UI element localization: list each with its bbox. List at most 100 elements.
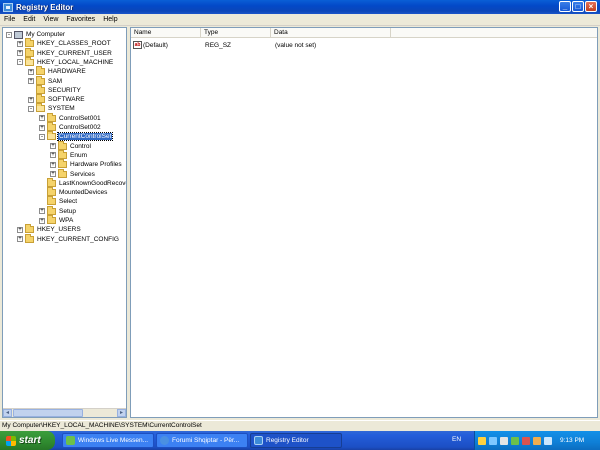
tree-node-label[interactable]: Control <box>69 143 92 150</box>
expand-icon[interactable]: + <box>39 124 45 131</box>
folder-icon <box>58 168 67 178</box>
tree-node-label[interactable]: HKEY_LOCAL_MACHINE <box>36 59 114 66</box>
tree-node-label[interactable]: HARDWARE <box>47 68 87 75</box>
network-icon[interactable] <box>489 436 497 445</box>
expand-icon[interactable]: + <box>17 40 23 47</box>
tree-node[interactable]: + Services <box>50 168 96 179</box>
menu-file[interactable]: File <box>0 16 19 23</box>
maximize-button[interactable]: □ <box>572 1 584 12</box>
tree-node-label[interactable]: HKEY_USERS <box>36 226 82 233</box>
menu-help[interactable]: Help <box>99 16 121 23</box>
clock[interactable]: 9:13 PM <box>560 437 584 444</box>
tree-node-label[interactable]: HKEY_CURRENT_CONFIG <box>36 236 120 243</box>
folder-icon <box>36 75 45 85</box>
collapse-icon[interactable]: - <box>17 59 23 66</box>
folder-icon <box>25 233 34 243</box>
tree-node[interactable]: + HKEY_CURRENT_USER <box>17 47 113 58</box>
tree-node-label[interactable]: ControlSet002 <box>58 124 102 131</box>
tree-node[interactable]: Select <box>39 196 78 206</box>
tree-node[interactable]: + Setup <box>39 205 77 216</box>
tree-node-label[interactable]: SOFTWARE <box>47 96 86 103</box>
tree-node[interactable]: + HKEY_CLASSES_ROOT <box>17 38 112 48</box>
menu-view[interactable]: View <box>39 16 62 23</box>
tree-node[interactable]: + HKEY_CURRENT_CONFIG <box>17 233 120 244</box>
expand-icon[interactable]: + <box>50 161 56 168</box>
folder-icon <box>47 112 56 122</box>
start-button[interactable]: start <box>0 431 55 450</box>
expand-icon[interactable]: + <box>28 96 34 103</box>
title-bar[interactable]: Registry Editor _ □ × <box>0 0 600 14</box>
tree-node-label[interactable]: WPA <box>58 217 74 224</box>
tree-node-label[interactable]: Services <box>69 171 96 178</box>
security-shield-icon[interactable] <box>478 436 486 445</box>
column-name-header[interactable]: Name <box>131 28 201 38</box>
tree-node-label[interactable]: Hardware Profiles <box>69 161 123 168</box>
tree-node-label[interactable]: HKEY_CURRENT_USER <box>36 50 113 57</box>
taskbar-button-messenger[interactable]: Windows Live Messen... <box>62 433 154 448</box>
tree-node-label[interactable]: SECURITY <box>47 87 82 94</box>
tree-node-label[interactable]: HKEY_CLASSES_ROOT <box>36 40 112 47</box>
taskbar-button-registry-editor[interactable]: Registry Editor <box>250 433 342 448</box>
tree-node-label[interactable]: ControlSet001 <box>58 115 102 122</box>
tree-node[interactable]: + WPA <box>39 215 74 225</box>
collapse-icon[interactable]: - <box>28 105 34 112</box>
tree-node-label[interactable]: SAM <box>47 78 63 85</box>
folder-icon <box>58 159 67 169</box>
tree-node[interactable]: + Enum <box>50 149 88 160</box>
expand-icon[interactable]: + <box>50 152 56 159</box>
string-value-icon: ab <box>133 41 142 49</box>
scroll-right-button[interactable]: ▸ <box>117 409 126 417</box>
collapse-icon[interactable]: - <box>39 133 45 140</box>
window-title: Registry Editor <box>16 2 74 12</box>
expand-icon[interactable]: + <box>17 50 23 57</box>
folder-icon <box>36 94 45 104</box>
scroll-thumb[interactable] <box>13 409 83 417</box>
taskbar-button-browser[interactable]: Forumi Shqiptar - Për... <box>156 433 248 448</box>
expand-icon[interactable]: + <box>39 208 45 215</box>
close-button[interactable]: × <box>585 1 597 12</box>
column-type-header[interactable]: Type <box>201 28 271 38</box>
values-list[interactable]: Name Type Data ab (Default) REG_SZ (valu… <box>130 27 598 418</box>
tree-node-label[interactable]: LastKnownGoodRecove <box>58 180 126 187</box>
registry-tree[interactable]: ◂ ▸ - My Computer + HKEY_CLASSES_ROOT + HKEY_… <box>2 27 127 418</box>
tree-node[interactable]: - CurrentControlSet <box>39 131 114 142</box>
tree-node[interactable]: + Control <box>50 140 92 151</box>
update-icon[interactable] <box>533 436 541 445</box>
tree-node[interactable]: - HKEY_LOCAL_MACHINE <box>17 56 114 67</box>
expand-icon[interactable]: + <box>28 68 34 75</box>
expand-icon[interactable]: + <box>50 171 56 177</box>
expand-icon[interactable]: + <box>17 226 23 233</box>
tree-node-label[interactable]: MountedDevices <box>58 189 108 196</box>
messenger-icon <box>66 436 75 445</box>
collapse-icon[interactable]: - <box>6 31 12 38</box>
tree-horizontal-scrollbar[interactable]: ◂ ▸ <box>3 408 126 417</box>
tree-node-label[interactable]: SYSTEM <box>47 105 76 112</box>
volume-icon[interactable] <box>500 436 508 445</box>
minimize-button[interactable]: _ <box>559 1 571 12</box>
expand-icon[interactable]: + <box>39 115 45 122</box>
column-data-header[interactable]: Data <box>271 28 391 38</box>
tree-node-label[interactable]: Enum <box>69 152 88 159</box>
menu-favorites[interactable]: Favorites <box>62 16 99 23</box>
alert-icon[interactable] <box>522 436 530 445</box>
messenger-tray-icon[interactable] <box>511 436 519 445</box>
tree-node[interactable]: + SAM <box>28 75 63 86</box>
folder-icon <box>58 140 67 150</box>
expand-icon[interactable]: + <box>50 143 56 150</box>
scroll-left-button[interactable]: ◂ <box>3 409 12 417</box>
expand-icon[interactable]: + <box>28 78 34 84</box>
folder-icon <box>36 66 45 76</box>
expand-icon[interactable]: + <box>39 217 45 224</box>
task-label: Registry Editor <box>266 437 309 444</box>
tree-node-label[interactable]: Setup <box>58 208 77 215</box>
tree-node-label[interactable]: My Computer <box>25 31 66 38</box>
list-item[interactable]: ab (Default) REG_SZ (value not set) <box>131 40 316 50</box>
menu-edit[interactable]: Edit <box>19 16 39 23</box>
folder-icon <box>25 47 34 57</box>
expand-icon[interactable]: + <box>17 236 23 243</box>
tree-node[interactable]: - My Computer <box>6 30 66 39</box>
display-icon[interactable] <box>544 436 552 445</box>
tree-node-label[interactable]: CurrentControlSet <box>56 132 114 142</box>
language-indicator[interactable]: EN <box>452 436 461 443</box>
tree-node-label[interactable]: Select <box>58 198 78 205</box>
